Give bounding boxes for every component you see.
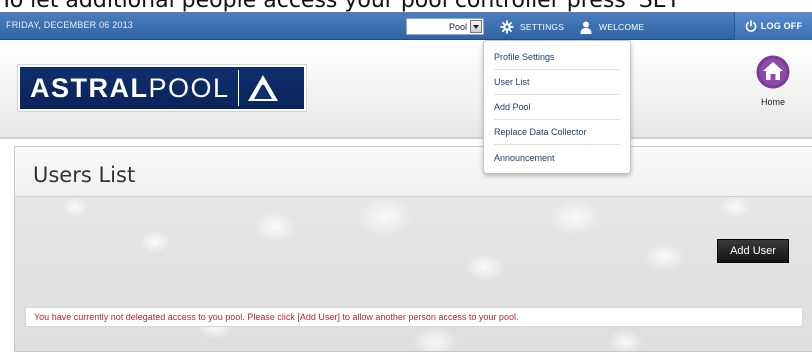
header: ASTRALPOOL Home (0, 41, 812, 139)
logo-text-light: POOL (148, 72, 230, 103)
home-icon (756, 55, 790, 89)
logoff-label: LOG OFF (760, 21, 803, 31)
logo-triangle-icon (247, 75, 278, 101)
no-delegation-notice: You have currently not delegated access … (25, 307, 803, 327)
notice-text: You have currently not delegated access … (34, 312, 519, 322)
panel-header: Users List (15, 147, 812, 197)
users-list-panel: Users List Add User You have currently n… (14, 146, 812, 352)
pool-select-value: Pool (448, 21, 467, 32)
menu-item-user-list[interactable]: User List (494, 70, 620, 95)
astralpool-logo[interactable]: ASTRALPOOL (17, 64, 307, 112)
menu-item-announcement[interactable]: Announcement (494, 145, 620, 170)
settings-label: SETTINGS (520, 22, 565, 32)
chevron-down-icon[interactable] (470, 20, 482, 33)
user-icon (580, 21, 592, 34)
page-title: Users List (33, 163, 136, 187)
welcome-label: WELCOME (599, 22, 645, 32)
menu-item-profile-settings[interactable]: Profile Settings (494, 45, 620, 70)
welcome-button[interactable]: WELCOME (580, 17, 644, 37)
current-date: FRIDAY, DECEMBER 06 2013 (6, 20, 134, 30)
power-icon (745, 20, 757, 32)
logoff-button[interactable]: LOG OFF (734, 12, 812, 40)
home-button[interactable]: Home (751, 55, 795, 119)
home-label: Home (760, 97, 785, 107)
menu-item-add-pool[interactable]: Add Pool (494, 95, 620, 120)
logo-divider (237, 70, 239, 106)
gear-icon (500, 20, 514, 34)
logo-text: ASTRALPOOL (30, 73, 230, 104)
settings-button[interactable]: SETTINGS (500, 17, 564, 37)
instruction-caption: To let additional people access your poo… (0, 0, 812, 12)
pool-select[interactable]: Pool (406, 18, 484, 35)
top-bar: FRIDAY, DECEMBER 06 2013 Pool SETTINGS W… (0, 12, 812, 40)
menu-item-replace-data-collector[interactable]: Replace Data Collector (494, 120, 620, 145)
add-user-button[interactable]: Add User (717, 239, 789, 263)
logo-text-bold: ASTRAL (30, 72, 149, 103)
settings-dropdown-menu: Profile Settings User List Add Pool Repl… (483, 40, 631, 174)
